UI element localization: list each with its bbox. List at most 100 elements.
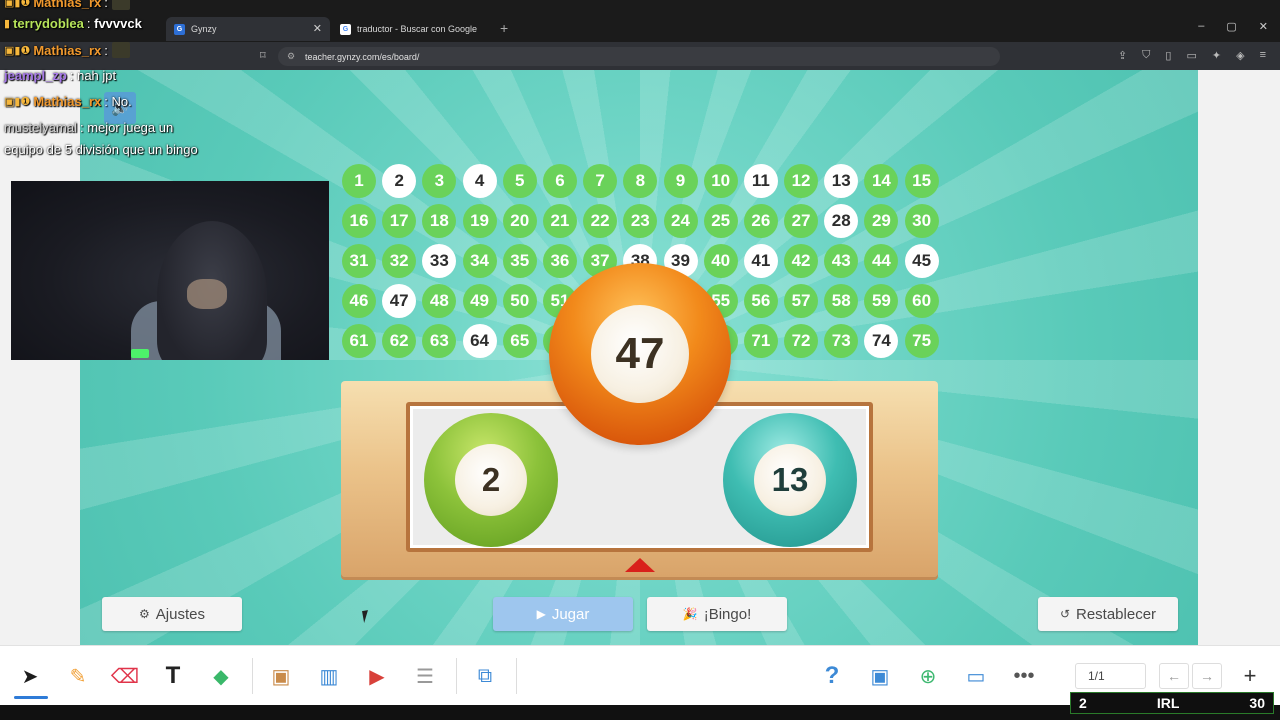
bingo-number-cell: 50 — [502, 284, 537, 318]
add-page-icon[interactable]: ⊕ — [914, 662, 942, 690]
new-tab-icon[interactable]: + — [500, 20, 508, 36]
maximize-icon[interactable]: ▢ — [1226, 20, 1236, 33]
chat-message: No. — [111, 94, 132, 109]
screen: G Gynzy ✕ G traductor - Buscar con Googl… — [0, 0, 1280, 720]
bingo-number-cell: 23 — [623, 204, 658, 238]
chat-user: Mathias_rx — [33, 94, 102, 109]
bingo-number-cell: 60 — [904, 284, 939, 318]
stream-left-value: 2 — [1079, 695, 1087, 711]
chat-line: ▣▮❶ Mathias_rx: — [4, 42, 130, 58]
bingo-number-cell: 45 — [904, 244, 939, 278]
chat-badges-icon: ▣▮❶ — [4, 96, 31, 108]
browser-actions: ⇪ ⛉ ▯ ▭ ✦ ◈ ≡ — [1118, 49, 1266, 62]
browser-tabbar: G Gynzy ✕ G traductor - Buscar con Googl… — [0, 0, 1280, 42]
emote-icon — [111, 0, 130, 10]
bingo-number-cell: 35 — [502, 244, 537, 278]
chat-user: jeampl_zp — [4, 68, 67, 83]
browser-addressbar: ⌑ ⚙ teacher.gynzy.com/es/board/ ⇪ ⛉ ▯ ▭ … — [0, 42, 1280, 70]
add-icon[interactable]: + — [1236, 662, 1264, 690]
table-icon[interactable]: ☰ — [411, 662, 439, 690]
extensions-icon[interactable]: ✦ — [1212, 49, 1221, 62]
pencil-tool-icon[interactable]: ✎ — [64, 662, 92, 690]
bingo-number-cell: 42 — [784, 244, 819, 278]
bingo-number-cell: 40 — [703, 244, 738, 278]
bingo-number-cell: 64 — [462, 324, 497, 358]
bingo-number-cell: 15 — [904, 164, 939, 198]
page-indicator[interactable]: 1/1 — [1075, 663, 1146, 689]
previous-ball-right: 13 — [723, 413, 857, 547]
toolbar-divider — [456, 658, 457, 694]
bingo-number-cell: 10 — [703, 164, 738, 198]
toolbar-divider — [516, 658, 517, 694]
chat-message: mejor juega un — [87, 120, 174, 135]
url-field[interactable]: ⚙ teacher.gynzy.com/es/board/ — [278, 47, 1000, 66]
bingo-number-cell: 73 — [824, 324, 859, 358]
bingo-number-cell: 7 — [583, 164, 618, 198]
save-icon[interactable]: ▣ — [866, 662, 894, 690]
media-icon[interactable]: ▶ — [363, 662, 391, 690]
webcam-light — [131, 349, 149, 358]
pointer-triangle — [625, 558, 655, 572]
minimize-icon[interactable]: – — [1198, 20, 1204, 33]
screen-share-icon[interactable]: ⧉ — [471, 662, 499, 690]
select-tool-icon[interactable]: ➤ — [16, 662, 44, 690]
shield-icon[interactable]: ⛉ — [1142, 49, 1150, 62]
bingo-number-cell: 34 — [462, 244, 497, 278]
tab-traductor[interactable]: G traductor - Buscar con Google — [332, 17, 498, 41]
window-controls: – ▢ ✕ — [1198, 20, 1268, 33]
bingo-number-cell: 44 — [864, 244, 899, 278]
close-tab-icon[interactable]: ✕ — [313, 22, 322, 35]
bookmark-icon[interactable]: ⌑ — [260, 49, 266, 62]
active-tool-indicator — [14, 696, 48, 699]
bingo-number-cell: 36 — [542, 244, 577, 278]
bingo-button[interactable]: 🎉 ¡Bingo! — [647, 597, 787, 631]
library-icon[interactable]: ▣ — [267, 662, 295, 690]
bingo-number-cell: 17 — [382, 204, 417, 238]
bingo-number-cell: 47 — [382, 284, 417, 318]
ball-number: 13 — [754, 444, 826, 516]
stream-label: IRL — [1156, 695, 1180, 711]
next-page-icon[interactable]: → — [1192, 663, 1222, 689]
bingo-number-cell: 19 — [462, 204, 497, 238]
sidebar-icon[interactable]: ▯ — [1165, 49, 1171, 62]
bingo-number-cell: 27 — [784, 204, 819, 238]
bingo-number-cell: 48 — [422, 284, 457, 318]
books-icon[interactable]: ▥ — [315, 662, 343, 690]
site-info-icon[interactable]: ⚙ — [287, 51, 297, 61]
close-window-icon[interactable]: ✕ — [1259, 20, 1268, 33]
chat-line: ▣▮❶ Mathias_rx: No. — [4, 94, 132, 109]
chat-user: Mathias_rx — [33, 42, 102, 58]
play-button[interactable]: ▶ Jugar — [493, 597, 633, 631]
bingo-number-cell: 56 — [743, 284, 778, 318]
bingo-number-cell: 13 — [824, 164, 859, 198]
reset-button[interactable]: ↺ Restablecer — [1038, 597, 1178, 631]
text-tool-icon[interactable]: T — [159, 662, 187, 690]
bingo-number-cell: 41 — [743, 244, 778, 278]
chat-user: terrydoblea — [13, 16, 84, 31]
settings-button[interactable]: ⚙ Ajustes — [102, 597, 242, 631]
menu-icon[interactable]: ≡ — [1260, 49, 1266, 62]
chat-message: fvvvvck — [94, 16, 142, 31]
undo-icon: ↺ — [1059, 607, 1070, 621]
share-icon[interactable]: ⇪ — [1118, 49, 1127, 62]
bingo-number-cell: 14 — [864, 164, 899, 198]
bingo-number-cell: 26 — [743, 204, 778, 238]
current-ball-number: 47 — [591, 305, 689, 403]
stream-right-value: 30 — [1249, 695, 1265, 711]
bingo-number-cell: 59 — [864, 284, 899, 318]
shapes-tool-icon[interactable]: ◆ — [207, 662, 235, 690]
eraser-tool-icon[interactable]: ⌫ — [111, 662, 139, 690]
folder-icon[interactable]: ▭ — [962, 662, 990, 690]
vpn-icon[interactable]: ◈ — [1236, 49, 1244, 62]
more-icon[interactable]: ••• — [1010, 662, 1038, 690]
url-text: teacher.gynzy.com/es/board/ — [305, 51, 420, 62]
chat-message: nah jpt — [77, 68, 117, 83]
wallet-icon[interactable]: ▭ — [1186, 49, 1196, 62]
chat-message: equipo de 5 división que un bingo — [4, 142, 198, 157]
bingo-number-cell: 4 — [462, 164, 497, 198]
previous-page-icon[interactable]: ← — [1159, 663, 1189, 689]
tab-gynzy[interactable]: G Gynzy ✕ — [166, 17, 330, 41]
chat-line: mustelyamal: mejor juega un — [4, 120, 174, 135]
bingo-number-cell: 31 — [342, 244, 376, 278]
help-icon[interactable]: ? — [818, 662, 846, 690]
